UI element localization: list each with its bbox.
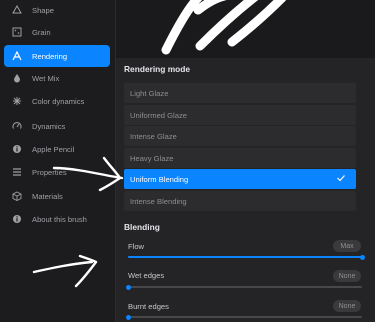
flow-slider[interactable]: [128, 254, 365, 260]
sidebar-item-properties[interactable]: Properties: [4, 161, 110, 183]
rendering-icon: [10, 49, 24, 63]
burnt-edges-value-badge: None: [333, 300, 361, 312]
settings-panel: Rendering mode Light Glaze Uniformed Gla…: [116, 0, 375, 322]
sidebar-item-rendering[interactable]: Rendering: [4, 45, 110, 67]
slider-fill: [128, 256, 362, 258]
sidebar-item-label: Rendering: [32, 51, 68, 61]
cube-icon: [10, 189, 24, 203]
droplet-icon: [10, 71, 24, 85]
slider-knob[interactable]: [125, 314, 131, 320]
flow-value-badge: Max: [333, 240, 361, 252]
shape-icon: [10, 3, 24, 17]
sidebar-item-grain[interactable]: Grain: [4, 21, 110, 43]
option-label: Light Glaze: [130, 88, 169, 98]
sidebar-item-about[interactable]: About this brush: [4, 208, 110, 230]
brush-preview: [116, 0, 375, 58]
sidebar-item-dynamics[interactable]: Dynamics: [4, 115, 110, 137]
option-heavy-glaze[interactable]: Heavy Glaze: [124, 148, 356, 168]
option-intense-glaze[interactable]: Intense Glaze: [124, 126, 356, 146]
sidebar-item-label: Shape: [32, 5, 54, 15]
option-label: Intense Blending: [130, 196, 187, 206]
sidebar-item-shape[interactable]: Shape: [4, 0, 110, 21]
sidebar-item-label: Materials: [32, 191, 63, 201]
option-uniformed-glaze[interactable]: Uniformed Glaze: [124, 105, 356, 125]
sidebar-item-label: Grain: [32, 27, 51, 37]
sidebar-item-label: Wet Mix: [32, 73, 60, 83]
list-icon: [10, 165, 24, 179]
wet-edges-label: Wet edges: [128, 271, 165, 280]
sidebar-item-apple-pencil[interactable]: Apple Pencil: [4, 138, 110, 160]
blending-title: Blending: [124, 222, 160, 232]
option-label: Heavy Glaze: [130, 153, 174, 163]
option-uniform-blending[interactable]: Uniform Blending: [124, 169, 356, 189]
option-label: Uniform Blending: [130, 174, 189, 184]
burnt-edges-slider[interactable]: [125, 314, 362, 320]
sidebar-item-label: About this brush: [32, 214, 87, 224]
sidebar-item-color-dynamics[interactable]: Color dynamics: [4, 90, 110, 112]
info-icon: [10, 212, 24, 226]
option-label: Uniformed Glaze: [130, 110, 187, 120]
color-dynamics-icon: [10, 94, 24, 108]
flow-label: Flow: [128, 242, 145, 251]
sidebar-item-materials[interactable]: Materials: [4, 185, 110, 207]
option-intense-blending[interactable]: Intense Blending: [124, 191, 356, 211]
rendering-mode-title: Rendering mode: [124, 64, 191, 74]
checkmark-icon: [336, 173, 346, 185]
sidebar-item-label: Color dynamics: [32, 96, 85, 106]
info-icon: [10, 142, 24, 156]
sidebar-item-label: Dynamics: [32, 121, 66, 131]
grain-icon: [10, 25, 24, 39]
burnt-edges-label: Burnt edges: [128, 302, 169, 311]
wet-edges-slider[interactable]: [125, 284, 362, 290]
sidebar: Shape Grain Rendering Wet Mix Color dyna…: [0, 0, 115, 322]
slider-knob[interactable]: [125, 284, 131, 290]
sidebar-item-label: Apple Pencil: [32, 144, 75, 154]
option-light-glaze[interactable]: Light Glaze: [124, 83, 356, 103]
sidebar-item-label: Properties: [32, 167, 67, 177]
option-label: Intense Glaze: [130, 131, 177, 141]
slider-knob[interactable]: [359, 254, 365, 260]
wet-edges-value-badge: None: [333, 270, 361, 282]
sidebar-item-wet-mix[interactable]: Wet Mix: [4, 67, 110, 89]
speedometer-icon: [10, 119, 24, 133]
